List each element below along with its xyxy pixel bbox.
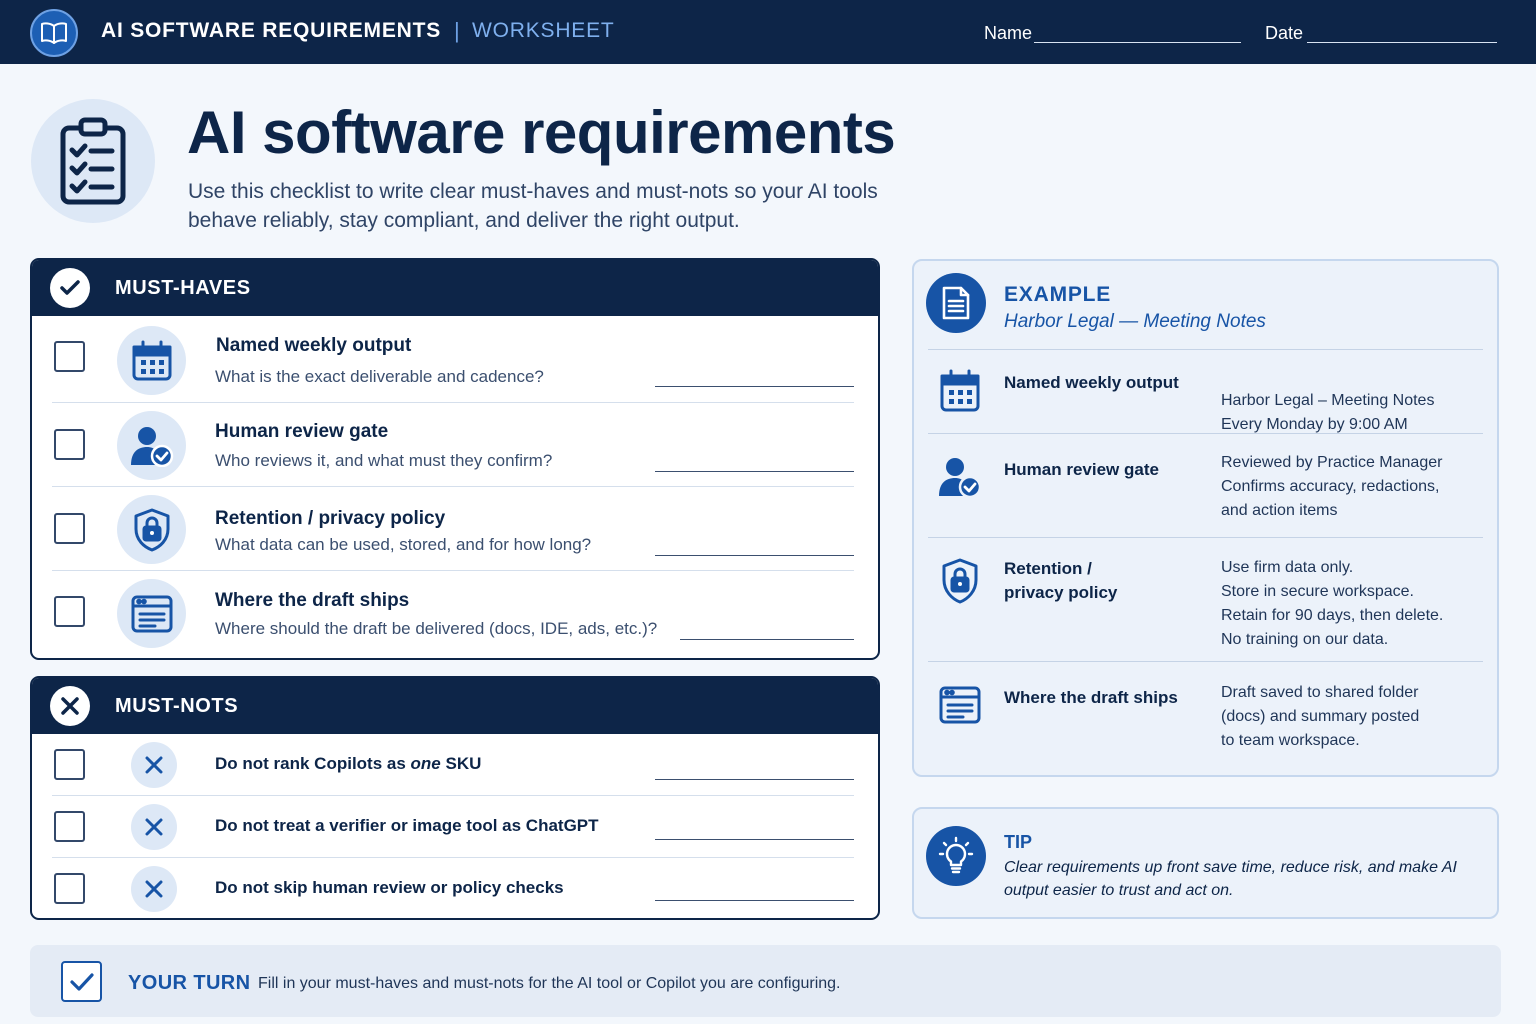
- x-icon: [131, 742, 177, 788]
- example-heading: EXAMPLE: [1004, 283, 1112, 306]
- browser-window-icon: [117, 579, 186, 648]
- date-label: Date: [1265, 23, 1304, 43]
- calendar-icon: [117, 326, 186, 395]
- must-haves-heading: MUST-HAVES: [115, 276, 251, 299]
- answer-line[interactable]: [655, 839, 854, 840]
- answer-line[interactable]: [655, 386, 854, 387]
- must-have-title: Retention / privacy policy: [215, 508, 446, 529]
- example-panel: EXAMPLE Harbor Legal — Meeting Notes Nam…: [912, 259, 1499, 777]
- must-not-checkbox[interactable]: [54, 749, 85, 780]
- lightbulb-icon: [926, 826, 986, 886]
- your-turn-body: Fill in your must-haves and must-nots fo…: [258, 975, 841, 992]
- must-have-checkbox[interactable]: [54, 341, 85, 372]
- must-have-question: Who reviews it, and what must they confi…: [215, 451, 553, 470]
- example-row-value: Draft saved to shared folder (docs) and …: [1221, 684, 1420, 749]
- example-row-value: Use firm data only. Store in secure work…: [1221, 559, 1444, 648]
- must-not-text: Do not treat a verifier or image tool as…: [215, 816, 599, 835]
- name-label: Name: [984, 23, 1033, 43]
- shield-lock-icon: [934, 555, 986, 607]
- divider: [928, 661, 1483, 662]
- must-not-row: Do not rank Copilots as one SKU: [52, 734, 854, 796]
- example-row-label: Named weekly output: [1004, 373, 1179, 392]
- name-field[interactable]: [1034, 42, 1241, 43]
- must-have-row: Retention / privacy policy What data can…: [52, 487, 854, 571]
- tip-body: Clear requirements up front save time, r…: [1004, 859, 1457, 899]
- browser-window-icon: [934, 679, 986, 731]
- example-row-label: Where the draft ships: [1004, 688, 1178, 707]
- tip-panel: TIP Clear requirements up front save tim…: [912, 807, 1499, 919]
- must-have-title: Human review gate: [215, 421, 389, 442]
- app-subtitle: WORKSHEET: [472, 19, 615, 42]
- answer-line[interactable]: [655, 555, 854, 556]
- tip-heading: TIP: [1004, 832, 1033, 852]
- your-turn-banner: YOUR TURN Fill in your must-haves and mu…: [30, 945, 1501, 1017]
- must-have-question: What is the exact deliverable and cadenc…: [215, 367, 544, 386]
- answer-line[interactable]: [655, 471, 854, 472]
- must-have-checkbox[interactable]: [54, 429, 85, 460]
- must-have-checkbox[interactable]: [54, 513, 85, 544]
- title-separator: |: [454, 18, 460, 43]
- date-field[interactable]: [1307, 42, 1497, 43]
- must-nots-header: MUST-NOTS: [32, 678, 878, 734]
- divider: [928, 433, 1483, 434]
- must-not-text: Do not skip human review or policy check…: [215, 878, 564, 897]
- must-have-row: Human review gate Who reviews it, and wh…: [52, 403, 854, 487]
- checkbox-check-icon[interactable]: [61, 961, 102, 1002]
- your-turn-heading: YOUR TURN: [128, 972, 251, 994]
- must-have-row: Where the draft ships Where should the d…: [52, 571, 854, 655]
- answer-line[interactable]: [655, 779, 854, 780]
- x-icon: [131, 804, 177, 850]
- must-have-question: What data can be used, stored, and for h…: [215, 535, 592, 554]
- x-icon: [50, 686, 90, 726]
- must-haves-panel: MUST-HAVES Named weekly output What is t…: [30, 258, 880, 660]
- answer-line[interactable]: [655, 900, 854, 901]
- must-not-checkbox[interactable]: [54, 873, 85, 904]
- divider: [928, 537, 1483, 538]
- shield-lock-icon: [117, 495, 186, 564]
- must-not-checkbox[interactable]: [54, 811, 85, 842]
- example-subheading: Harbor Legal — Meeting Notes: [1004, 311, 1266, 332]
- example-row-value: Harbor Legal – Meeting Notes Every Monda…: [1221, 392, 1435, 433]
- example-row-label: Human review gate: [1004, 460, 1159, 479]
- example-row-value: Reviewed by Practice Manager Confirms ac…: [1221, 454, 1443, 519]
- page-subtitle: Use this checklist to write clear must-h…: [188, 180, 878, 232]
- must-nots-panel: MUST-NOTS Do not rank Copilots as one SK…: [30, 676, 880, 920]
- calendar-icon: [934, 365, 986, 417]
- app-title: AI SOFTWARE REQUIREMENTS: [101, 19, 442, 42]
- answer-line[interactable]: [680, 639, 854, 640]
- clipboard-checklist-icon: [31, 99, 155, 223]
- document-icon: [926, 273, 986, 333]
- must-not-row: Do not treat a verifier or image tool as…: [52, 796, 854, 858]
- user-check-icon: [117, 411, 186, 480]
- must-nots-heading: MUST-NOTS: [115, 694, 239, 717]
- top-bar: AI SOFTWARE REQUIREMENTS | WORKSHEET Nam…: [0, 0, 1536, 64]
- must-have-title: Named weekly output: [216, 335, 412, 356]
- check-icon: [50, 268, 90, 308]
- must-haves-header: MUST-HAVES: [32, 260, 878, 316]
- must-have-title: Where the draft ships: [215, 590, 410, 611]
- must-not-row: Do not skip human review or policy check…: [52, 858, 854, 918]
- must-not-text: Do not rank Copilots as one SKU: [215, 754, 482, 773]
- x-icon: [131, 866, 177, 912]
- must-have-row: Named weekly output What is the exact de…: [52, 319, 854, 403]
- user-check-icon: [934, 451, 986, 503]
- page-title: AI software requirements: [187, 99, 896, 166]
- divider: [928, 349, 1483, 350]
- example-row-label: Retention / privacy policy: [1004, 559, 1118, 602]
- open-book-icon: [30, 9, 78, 57]
- must-have-question: Where should the draft be delivered (doc…: [215, 619, 658, 638]
- must-have-checkbox[interactable]: [54, 596, 85, 627]
